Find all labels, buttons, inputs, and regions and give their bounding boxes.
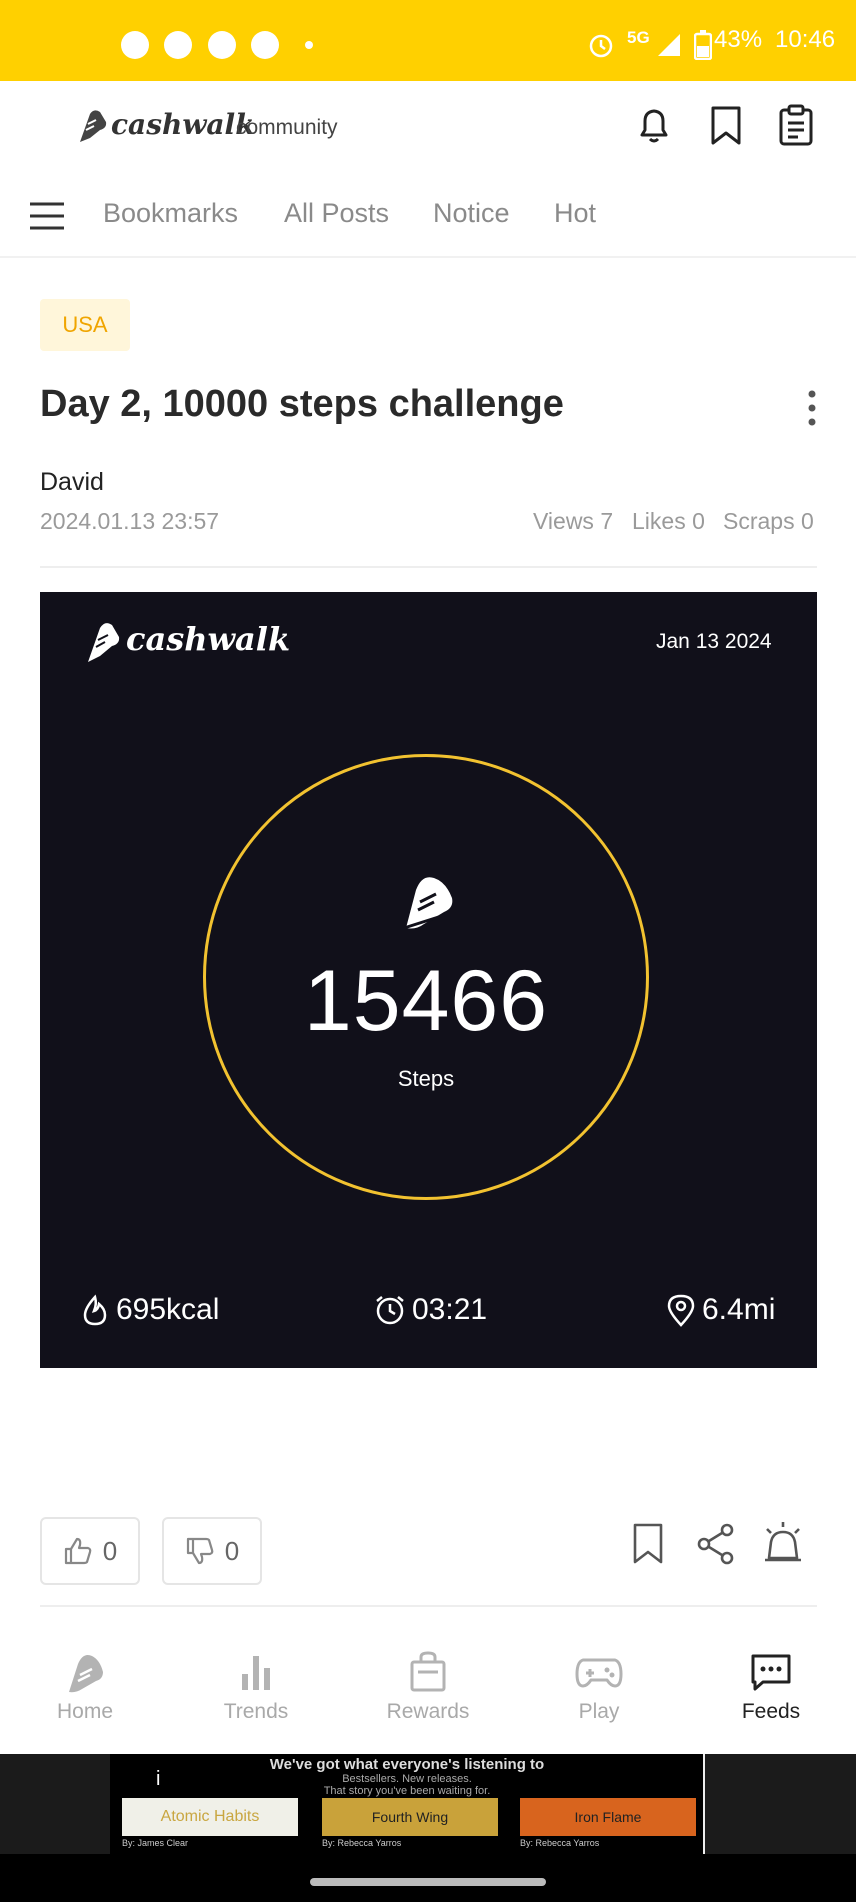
ad-banner[interactable]: We've got what everyone's listening to B… [0,1754,856,1854]
clipboard-icon[interactable] [774,103,818,147]
network-type: 5G [627,28,650,47]
nav-rewards[interactable]: Rewards [368,1650,488,1724]
calories-stat: 695kcal [80,1293,219,1327]
report-siren-icon[interactable] [761,1520,805,1566]
tab-bookmarks[interactable]: Bookmarks [103,198,238,229]
like-count: 0 [102,1535,118,1566]
distance-value: 6.4mi [702,1293,776,1326]
dislike-count: 0 [224,1535,240,1566]
battery-level: 43% [714,26,763,53]
nav-trends[interactable]: Trends [196,1650,316,1724]
messenger-icon [121,31,149,59]
post-date: 2024.01.13 23:57 [40,508,220,534]
ad-book-author: By: Rebecca Yarros [520,1838,600,1848]
views-count: Views 7 [533,508,614,534]
nav-play[interactable]: Play [539,1650,659,1724]
scraps-count: Scraps 0 [723,508,814,534]
hamburger-menu-icon[interactable] [28,201,66,231]
ad-book-author: By: Rebecca Yarros [322,1838,402,1848]
nav-home[interactable]: Home [25,1650,145,1724]
status-bar: 5G 43% 10:46 [0,0,856,81]
ad-content[interactable]: We've got what everyone's listening to B… [110,1754,704,1854]
steps-value: 15466 [303,953,549,1049]
nav-home-label: Home [56,1700,114,1723]
meta-divider [40,566,817,568]
category-badge[interactable]: USA [40,299,130,351]
card-brand: cashwalk [126,620,291,658]
more-options-icon[interactable] [800,388,824,428]
ad-tagline: That story you've been waiting for. [323,1785,491,1797]
facebook-icon [251,31,279,59]
nav-play-label: Play [578,1700,620,1723]
cashwalk-card-logo-icon [88,623,120,662]
brand-suffix: community [236,116,338,139]
post-author[interactable]: David [40,468,104,497]
tab-hot[interactable]: Hot [554,198,596,229]
bookmark-icon[interactable] [704,103,748,147]
location-pin-icon [667,1294,695,1327]
shoe-icon [69,1655,103,1693]
home-gesture-pill[interactable] [310,1878,546,1886]
card-date: Jan 13 2024 [656,630,772,653]
nav-rewards-label: Rewards [386,1700,470,1723]
calories-value: 695kcal [116,1293,220,1326]
ad-book-cover: Fourth Wing [322,1798,498,1836]
step-summary-card: cashwalk Jan 13 2024 15466 Steps [40,592,817,1368]
battery-icon [694,30,712,60]
steps-label: Steps [397,1066,455,1091]
flame-icon [83,1294,107,1326]
tab-all-posts[interactable]: All Posts [284,198,389,229]
signal-icon [658,34,680,56]
alarm-clock-icon [376,1296,404,1325]
cashwalk-logo-icon [80,110,107,142]
nav-trends-label: Trends [223,1700,289,1723]
chat-icon [751,1654,791,1691]
share-icon[interactable] [695,1522,737,1566]
thumbs-down-icon [186,1537,214,1565]
post-title: Day 2, 10000 steps challenge [40,383,564,425]
shopping-bag-icon [410,1651,446,1692]
distance-stat: 6.4mi [666,1293,775,1327]
alarm-icon [589,34,613,58]
clock: 10:46 [775,26,836,53]
duration-value: 03:21 [412,1293,488,1326]
nav-feeds[interactable]: Feeds [711,1650,831,1724]
more-notifications-dot [305,41,313,49]
shoe-icon [403,877,453,930]
bar-chart-icon [242,1656,270,1690]
header-divider [0,256,856,258]
facebook-icon [208,31,236,59]
likes-count: Likes 0 [632,508,705,534]
actions-divider [40,1605,817,1607]
duration-stat: 03:21 [374,1293,487,1327]
ad-info-icon[interactable]: i [156,1768,160,1791]
bell-icon[interactable] [632,103,676,147]
ad-divider [703,1754,705,1854]
ad-book-cover: Atomic Habits [122,1798,298,1836]
ad-book-author: By: James Clear [122,1838,189,1848]
tab-notice[interactable]: Notice [433,198,510,229]
ad-book-cover: Iron Flame [520,1798,696,1836]
dislike-button[interactable]: 0 [162,1517,262,1585]
brand-logo-text: cashwalk [111,108,255,141]
gamepad-icon [575,1658,623,1688]
facebook-icon [164,31,192,59]
ad-headline: We've got what everyone's listening to [269,1756,545,1773]
system-navigation-bar [0,1854,856,1902]
like-button[interactable]: 0 [40,1517,140,1585]
thumbs-up-icon [64,1537,92,1565]
ad-subline: Bestsellers. New releases. [342,1773,472,1785]
nav-feeds-label: Feeds [741,1700,801,1723]
scrap-bookmark-icon[interactable] [628,1522,668,1566]
